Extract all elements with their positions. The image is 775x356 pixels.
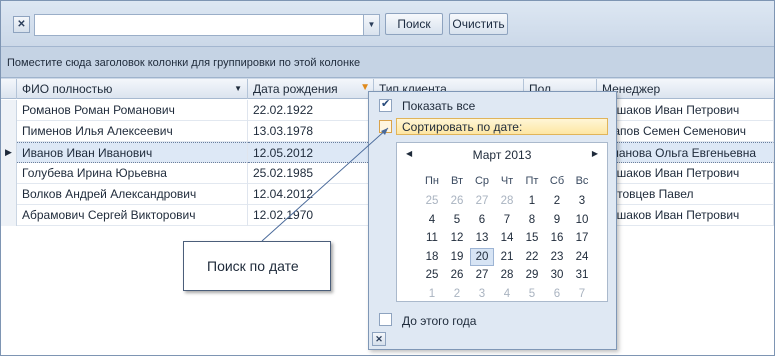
callout-arrow bbox=[261, 127, 389, 242]
callout-note: Поиск по дате bbox=[183, 241, 331, 291]
callout-text: Поиск по дате bbox=[207, 258, 299, 274]
